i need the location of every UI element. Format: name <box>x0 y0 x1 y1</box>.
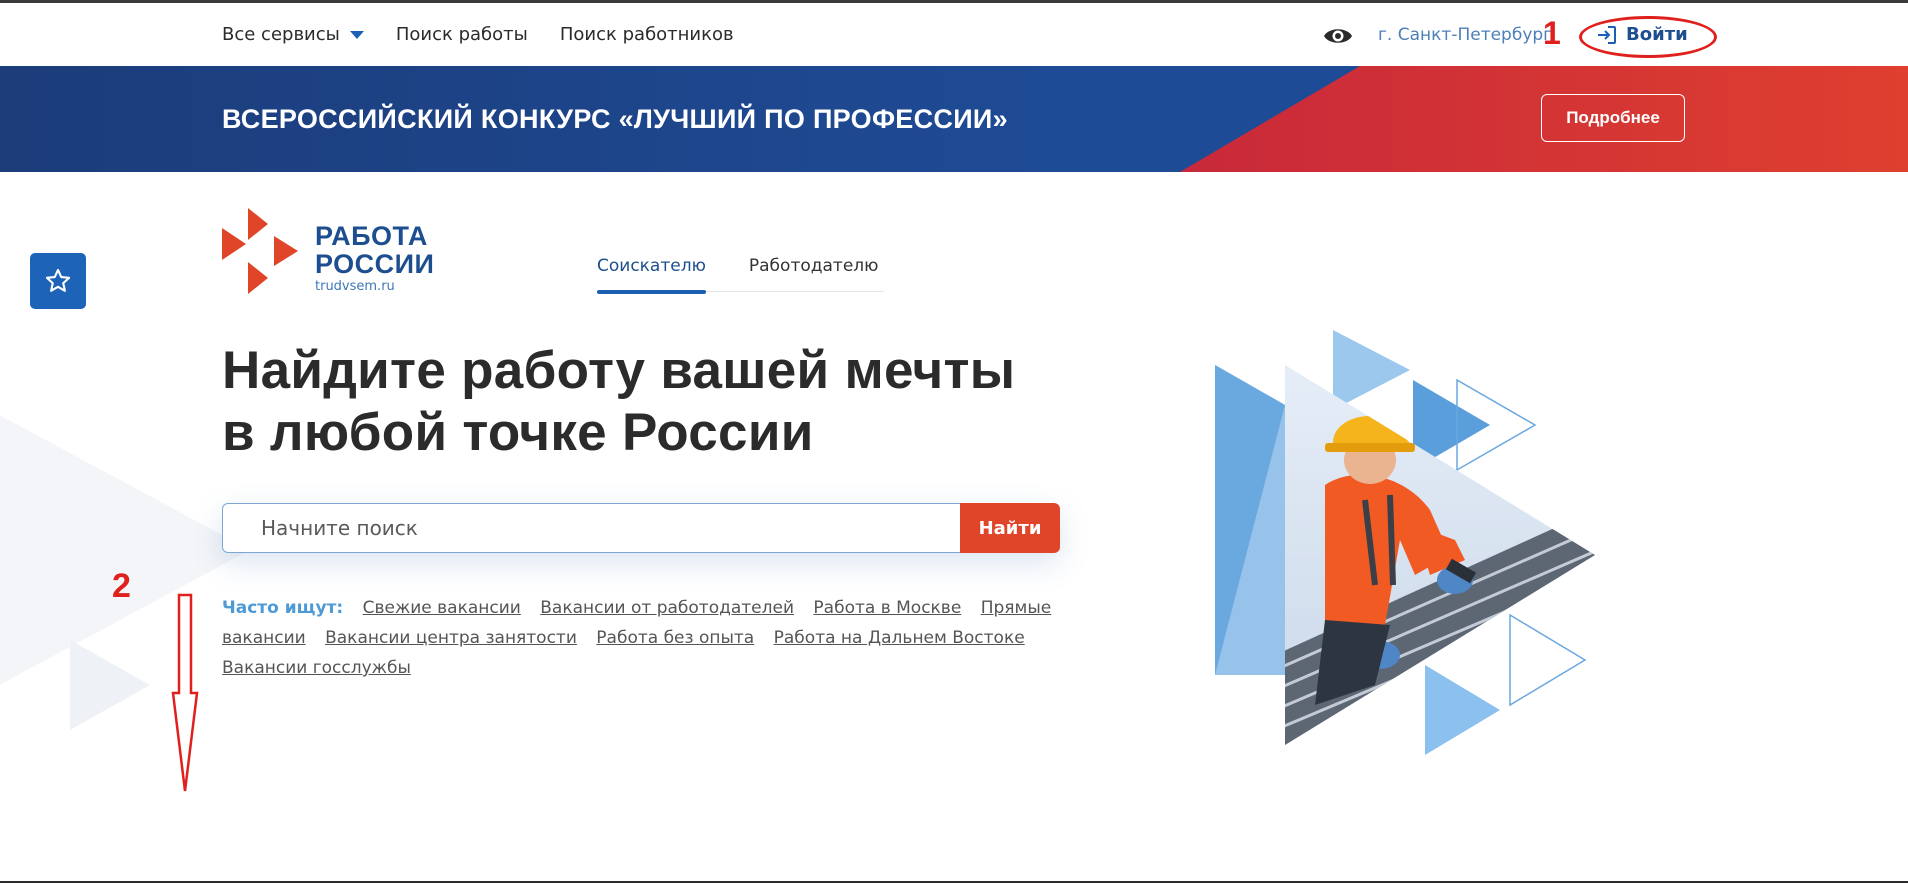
nav-all-services-label: Все сервисы <box>222 24 340 45</box>
popular-label: Часто ищут: <box>222 598 344 618</box>
search-input[interactable] <box>222 503 960 553</box>
main-nav: Все сервисы Поиск работы Поиск работнико… <box>222 3 734 66</box>
tab-employer[interactable]: Работодателю <box>749 252 879 292</box>
background-triangle-small <box>70 640 150 730</box>
popular-link[interactable]: Работа без опыта <box>596 628 754 648</box>
login-button[interactable]: Войти <box>1596 3 1688 66</box>
search-button[interactable]: Найти <box>960 503 1060 553</box>
favorites-button[interactable] <box>30 253 86 309</box>
page-title-line1: Найдите работу вашей мечты <box>222 341 1016 400</box>
popular-searches: Часто ищут: Свежие вакансии Вакансии от … <box>222 593 1062 683</box>
nav-job-search-label: Поиск работы <box>395 24 528 45</box>
login-label: Войти <box>1626 24 1688 45</box>
logo-url: trudvsem.ru <box>315 279 395 294</box>
background-triangle <box>0 410 250 690</box>
logo-text-line1: РАБОТА <box>315 221 428 251</box>
banner-more-button[interactable]: Подробнее <box>1541 94 1685 142</box>
page-title: Найдите работу вашей мечты в любой точке… <box>222 340 1015 464</box>
popular-link[interactable]: Свежие вакансии <box>363 598 521 618</box>
login-icon <box>1598 25 1616 44</box>
annotation-arrow-down-icon <box>171 593 199 792</box>
promo-banner: ВСЕРОССИЙСКИЙ КОНКУРС «ЛУЧШИЙ ПО ПРОФЕСС… <box>0 66 1908 172</box>
annotation-number-1: 1 <box>1543 15 1561 51</box>
nav-worker-search-label: Поиск работников <box>559 24 734 45</box>
audience-tabs: Соискателю Работодателю <box>597 252 884 294</box>
annotation-number-2: 2 <box>112 567 131 605</box>
logo-triangles-icon <box>222 208 298 294</box>
hero-worker-illustration <box>1215 330 1595 755</box>
popular-link[interactable]: Работа на Дальнем Востоке <box>774 628 1025 648</box>
star-icon <box>45 268 71 292</box>
logo-text-line2: РОССИИ <box>315 249 435 279</box>
chevron-down-icon <box>349 30 364 39</box>
tab-jobseeker[interactable]: Соискателю <box>597 252 706 294</box>
page-title-line2: в любой точке России <box>222 403 814 462</box>
eye-icon[interactable] <box>1323 25 1353 47</box>
popular-link[interactable]: Работа в Москве <box>813 598 961 618</box>
search-bar: Найти <box>222 503 1060 553</box>
banner-title: ВСЕРОССИЙСКИЙ КОНКУРС «ЛУЧШИЙ ПО ПРОФЕСС… <box>222 103 1008 134</box>
nav-job-search[interactable]: Поиск работы <box>396 24 528 45</box>
nav-all-services[interactable]: Все сервисы <box>222 24 364 45</box>
city-selector[interactable]: г. Санкт-Петербург <box>1378 3 1552 66</box>
nav-worker-search[interactable]: Поиск работников <box>560 24 734 45</box>
site-logo[interactable]: РАБОТА РОССИИ trudvsem.ru <box>222 208 452 294</box>
popular-link[interactable]: Вакансии госслужбы <box>222 658 411 678</box>
popular-link[interactable]: Вакансии центра занятости <box>325 628 577 648</box>
popular-link[interactable]: Вакансии от работодателей <box>540 598 794 618</box>
site-header: Все сервисы Поиск работы Поиск работнико… <box>0 3 1908 66</box>
